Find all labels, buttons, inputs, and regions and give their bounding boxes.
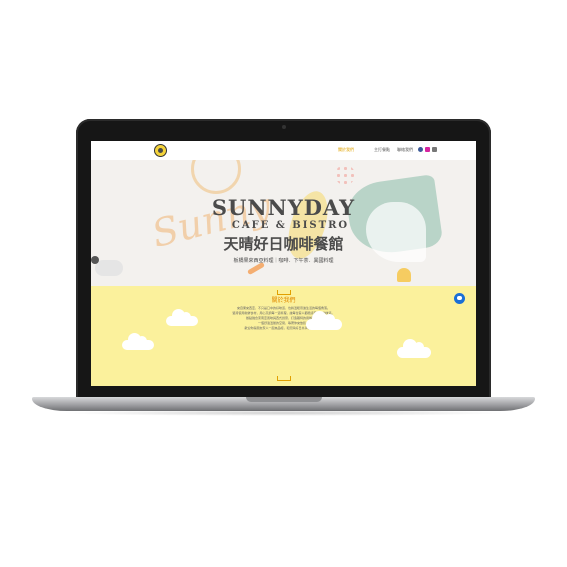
map-icon[interactable]: [432, 147, 437, 152]
cloud-illustration: [306, 311, 342, 330]
crown-icon: [277, 376, 291, 381]
instagram-icon[interactable]: [425, 147, 430, 152]
facebook-icon[interactable]: [418, 147, 423, 152]
nav-item-menu[interactable]: 主打餐點: [374, 147, 390, 153]
laptop-lid: 關於我們 主打餐點 聯絡我們 Sunny SUNNYDAY CAFE & BIS…: [76, 119, 491, 399]
brand-subtitle: CAFE & BISTRO: [231, 220, 350, 231]
nav-item-about[interactable]: 關於我們: [338, 147, 354, 153]
laptop-screen: 關於我們 主打餐點 聯絡我們 Sunny SUNNYDAY CAFE & BIS…: [91, 141, 476, 386]
messenger-chat-button[interactable]: [454, 293, 465, 304]
about-line: 堅持使用新鮮食材，用心烹調每一道料理，讓每位客人都能感受到家的味道。: [232, 311, 335, 315]
brand-chinese-name: 天晴好日咖啡餐館: [223, 235, 344, 253]
cloud-illustration: [122, 333, 154, 350]
hero-banner: Sunny SUNNYDAY CAFE & BISTRO 天晴好日咖啡餐館 板橋…: [91, 160, 476, 286]
cloud-illustration: [166, 309, 198, 326]
laptop-shadow: [60, 410, 507, 416]
about-title: 關於我們: [271, 297, 296, 304]
laptop-base: [32, 397, 535, 411]
brand-tagline: 板橋果來西亞料理｜咖啡．下午茶．異國料理: [233, 258, 334, 264]
about-section: 關於我們 來自果來西亞，不只是口中的好味道，也將溫暖帶進生活的每個角落。 堅持使…: [91, 286, 476, 386]
about-line: 來自果來西亞，不只是口中的好味道，也將溫暖帶進生活的每個角落。: [236, 306, 330, 310]
dots-illustration: [335, 165, 355, 185]
about-line: 一個舒適溫馨的空間，等著你來放鬆。: [257, 321, 309, 325]
cupcake-illustration: [397, 268, 411, 282]
brand-title: SUNNYDAY: [211, 195, 356, 220]
cloud-illustration: [397, 339, 431, 358]
about-line: 餐點融合東南亞風味與西式創意，打造獨特的用餐體驗。: [245, 316, 321, 320]
camera-icon: [281, 125, 286, 129]
site-nav: 關於我們 主打餐點 聯絡我們: [91, 141, 476, 161]
sun-illustration: [191, 160, 241, 194]
sunnyday-logo-icon[interactable]: [154, 144, 167, 157]
nav-item-contact[interactable]: 聯絡我們: [397, 147, 413, 153]
about-line: 歡迎你與朋友家人一起來品嚐，和天晴好日共享美好時光。: [244, 326, 323, 330]
base-notch: [245, 397, 322, 402]
